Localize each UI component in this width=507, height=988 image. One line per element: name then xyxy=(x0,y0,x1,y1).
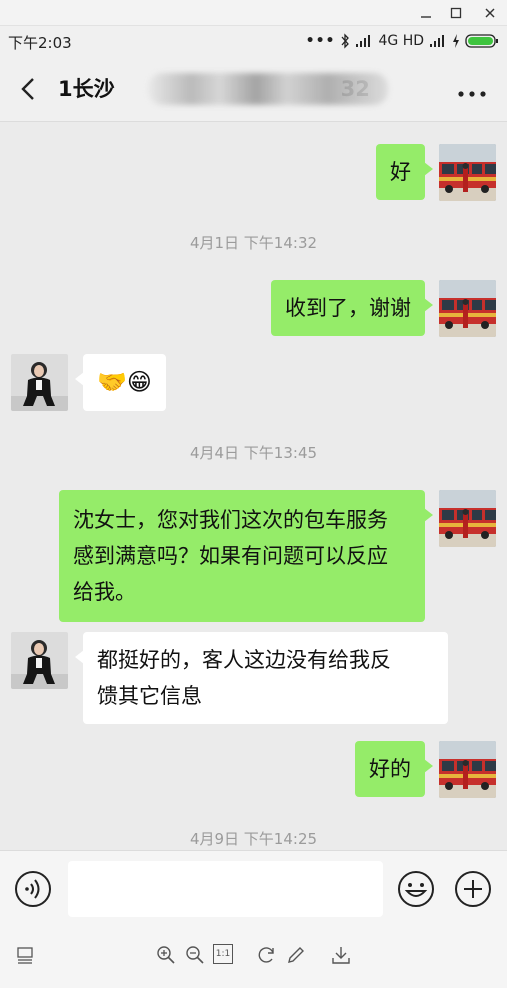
edit-icon[interactable] xyxy=(285,944,307,966)
message-bubble-me[interactable]: 收到了，谢谢 xyxy=(271,280,433,336)
message-line: 沈女士，您对我们这次的包车服务 xyxy=(73,508,388,532)
zoom-in-icon[interactable] xyxy=(155,944,177,966)
emulator-toolbar: 1:1 xyxy=(0,930,507,988)
maximize-icon[interactable] xyxy=(445,3,467,23)
message-bubble-me[interactable]: 好的 xyxy=(355,741,433,797)
emoji-message: 🤝😁 xyxy=(97,368,152,396)
window-titlebar xyxy=(0,0,507,26)
battery-icon xyxy=(465,34,498,48)
chat-header: 1长沙32 xyxy=(0,56,507,122)
voice-icon[interactable] xyxy=(14,870,52,908)
message-line: 都挺好的，客人这边没有给我反 xyxy=(97,648,391,672)
my-avatar[interactable] xyxy=(439,280,496,337)
my-avatar[interactable] xyxy=(439,741,496,798)
timestamp: 4月4日 下午13:45 xyxy=(189,444,318,462)
plus-icon[interactable] xyxy=(454,870,492,908)
my-avatar[interactable] xyxy=(439,490,496,547)
message-bubble-me[interactable]: 沈女士，您对我们这次的包车服务 感到满意吗？如果有问题可以反应 给我。 xyxy=(59,490,433,622)
dots-icon: ••• xyxy=(305,33,336,49)
chat-title-prefix: 1长沙 xyxy=(58,77,115,101)
timestamp: 4月9日 下午14:25 xyxy=(189,830,318,848)
message-line: 馈其它信息 xyxy=(97,684,202,708)
message-input[interactable] xyxy=(68,861,383,917)
redacted-title xyxy=(148,73,388,105)
signal-icon xyxy=(356,35,371,47)
message-bubble-other[interactable]: 🤝😁 xyxy=(75,354,166,411)
more-dots-icon[interactable] xyxy=(457,84,487,97)
rotate-icon[interactable] xyxy=(256,944,278,966)
status-time: 下午2:03 xyxy=(8,34,72,52)
minimize-icon[interactable] xyxy=(415,3,437,23)
network-type: 4G HD xyxy=(378,33,424,49)
status-icons: ••• 4G HD xyxy=(306,31,499,51)
close-icon[interactable] xyxy=(479,3,501,23)
contact-avatar[interactable] xyxy=(11,354,68,411)
emoji-icon[interactable] xyxy=(397,870,435,908)
status-bar: 下午2:03 ••• 4G HD xyxy=(0,26,507,56)
input-bar xyxy=(0,850,507,930)
charging-icon xyxy=(453,34,459,48)
download-icon[interactable] xyxy=(330,944,352,966)
screen-icon[interactable] xyxy=(15,944,37,966)
message-text: 好的 xyxy=(369,757,411,781)
my-avatar[interactable] xyxy=(439,144,496,201)
timestamp: 4月1日 下午14:32 xyxy=(189,234,318,252)
message-bubble-me[interactable]: 好 xyxy=(376,144,433,200)
message-text: 好 xyxy=(390,160,411,184)
actual-size-icon[interactable]: 1:1 xyxy=(213,944,233,964)
bluetooth-icon xyxy=(341,33,350,49)
chat-area[interactable]: 好 4月1日 下午14:32 收到了，谢谢 🤝😁 4月4日 下午13:45 沈女… xyxy=(0,122,507,850)
signal-icon-2 xyxy=(430,35,444,47)
message-bubble-other[interactable]: 都挺好的，客人这边没有给我反 馈其它信息 xyxy=(75,632,448,724)
message-line: 感到满意吗？如果有问题可以反应 xyxy=(73,544,388,568)
contact-avatar[interactable] xyxy=(11,632,68,689)
back-arrow-icon[interactable] xyxy=(14,74,44,104)
message-line: 给我。 xyxy=(73,580,136,604)
message-text: 收到了，谢谢 xyxy=(285,296,411,320)
zoom-out-icon[interactable] xyxy=(184,944,206,966)
